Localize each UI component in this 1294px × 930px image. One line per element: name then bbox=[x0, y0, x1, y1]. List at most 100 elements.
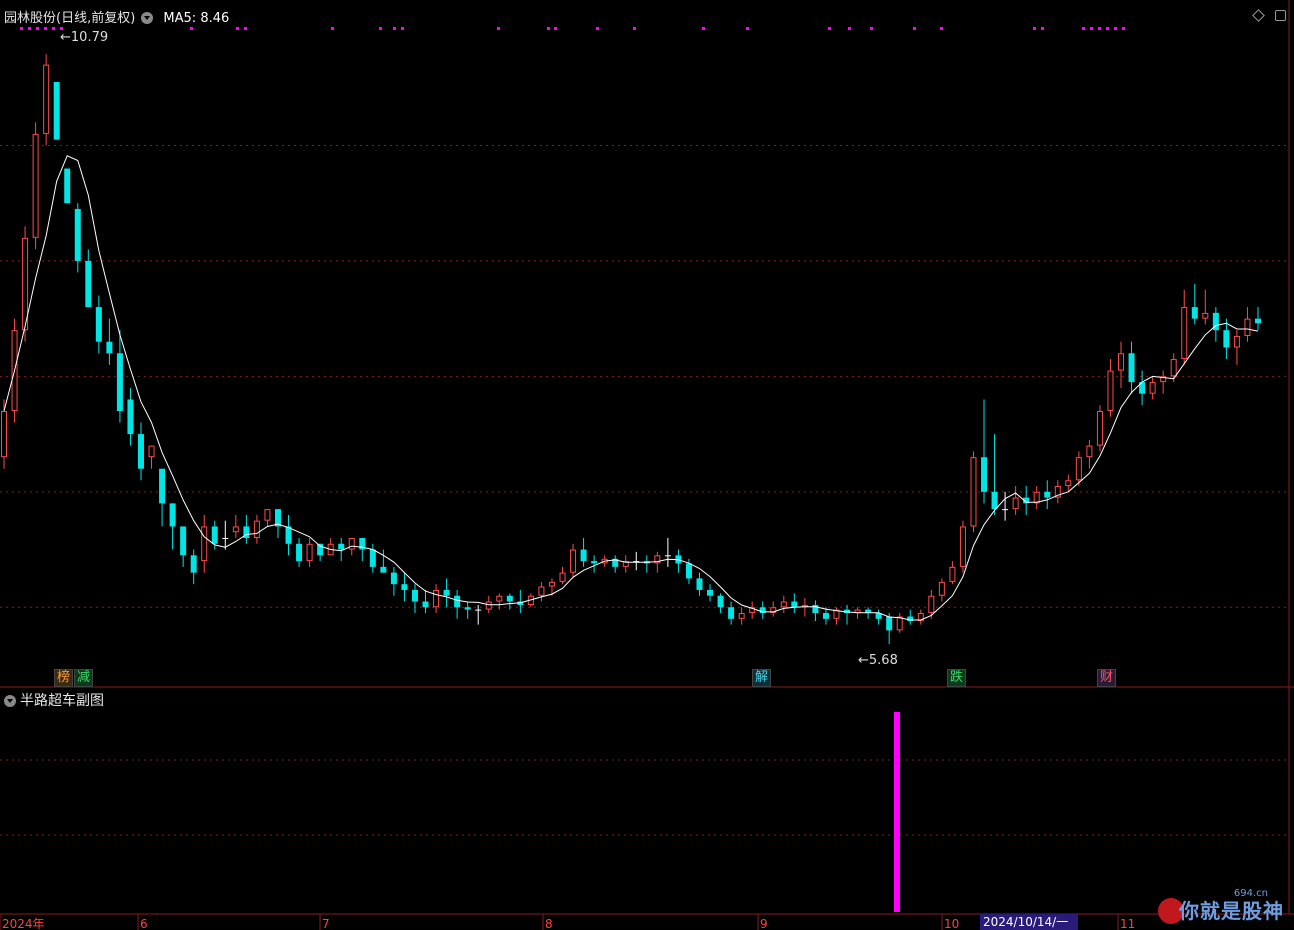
kline-chart[interactable]: 2024年 6 7 8 9 10 11 bbox=[0, 0, 1294, 930]
badge-bang[interactable]: 榜 bbox=[54, 669, 74, 687]
candle-body bbox=[570, 549, 577, 573]
signal-dot bbox=[1041, 27, 1044, 30]
candle-body bbox=[253, 520, 260, 539]
candle-body bbox=[1149, 382, 1156, 394]
candle-body bbox=[464, 607, 471, 610]
candle-body bbox=[201, 526, 208, 562]
candle-body bbox=[1012, 497, 1019, 510]
diamond-icon[interactable] bbox=[1252, 9, 1266, 22]
candle-body bbox=[296, 543, 303, 562]
high-price-label: ←10.79 bbox=[60, 30, 109, 45]
candle-body bbox=[1, 411, 7, 458]
signal-dot bbox=[1106, 27, 1109, 30]
signal-dot bbox=[331, 27, 334, 30]
signal-dot bbox=[554, 27, 557, 30]
candle-body bbox=[127, 399, 134, 435]
candle-body bbox=[443, 589, 450, 596]
candle-body bbox=[485, 601, 492, 610]
candle-body bbox=[390, 572, 397, 585]
signal-dot bbox=[1033, 27, 1036, 30]
candle-body bbox=[812, 604, 819, 614]
dropdown-icon[interactable] bbox=[4, 695, 16, 707]
signal-dot bbox=[828, 27, 831, 30]
signal-dot bbox=[596, 27, 599, 30]
candle-body bbox=[180, 526, 187, 556]
candle-body bbox=[306, 543, 313, 562]
candle-body bbox=[1128, 353, 1135, 383]
candle-body bbox=[949, 566, 956, 582]
candle-body bbox=[411, 589, 418, 602]
candle-body bbox=[548, 581, 555, 587]
x-tick-label: 8 bbox=[545, 917, 553, 930]
signal-dot bbox=[44, 27, 47, 30]
candle-body bbox=[116, 353, 123, 411]
signal-dot bbox=[1114, 27, 1117, 30]
candle-body bbox=[1044, 491, 1051, 498]
candle-body bbox=[1170, 359, 1177, 377]
candle-body bbox=[1075, 457, 1082, 481]
candle-body bbox=[707, 589, 714, 596]
candle-body bbox=[991, 491, 998, 510]
signal-dot bbox=[1122, 27, 1125, 30]
candle-body bbox=[401, 584, 408, 590]
signal-dot bbox=[20, 27, 23, 30]
signal-dot bbox=[379, 27, 382, 30]
candle-body bbox=[1002, 509, 1009, 511]
candle-body bbox=[1118, 353, 1125, 371]
signal-dot bbox=[393, 27, 396, 30]
low-price-label: ←5.68 bbox=[858, 653, 898, 668]
candle-body bbox=[1033, 491, 1040, 504]
ma5-line bbox=[3, 155, 1259, 621]
sub-panel-header: 半路超车副图 bbox=[4, 690, 104, 710]
cursor-date-box: 2024/10/14/一 bbox=[980, 914, 1078, 930]
candle-body bbox=[1086, 445, 1093, 458]
candle-body bbox=[928, 595, 935, 614]
candle-body bbox=[148, 445, 155, 458]
candle-body bbox=[43, 64, 50, 134]
candle-body bbox=[538, 586, 545, 596]
signal-dot bbox=[913, 27, 916, 30]
signal-dot bbox=[401, 27, 404, 30]
candle-body bbox=[1223, 330, 1230, 348]
candle-body bbox=[1096, 411, 1103, 446]
badge-die[interactable]: 跌 bbox=[947, 669, 967, 687]
candle-body bbox=[95, 307, 102, 342]
candle-body bbox=[222, 538, 229, 539]
signal-dot bbox=[1082, 27, 1085, 30]
signal-dot bbox=[36, 27, 39, 30]
candle-body bbox=[475, 609, 482, 611]
sub-panel-title: 半路超车副图 bbox=[20, 693, 104, 709]
candle-body bbox=[338, 543, 345, 550]
badge-jie[interactable]: 解 bbox=[752, 669, 772, 687]
candle-body bbox=[22, 237, 29, 331]
candle-body bbox=[886, 616, 893, 631]
chart-header: 园林股份(日线,前复权) MA5: 8.46 bbox=[4, 7, 229, 26]
candle-body bbox=[1181, 307, 1188, 360]
candle-body bbox=[496, 595, 503, 602]
candle-body bbox=[580, 549, 587, 562]
dropdown-icon[interactable] bbox=[141, 12, 154, 24]
candle-body bbox=[822, 613, 829, 619]
candle-body bbox=[53, 81, 60, 140]
badge-jian[interactable]: 减 bbox=[74, 669, 94, 687]
signal-dot bbox=[746, 27, 749, 30]
candle-body bbox=[506, 595, 513, 602]
badge-cai[interactable]: 财 bbox=[1097, 669, 1117, 687]
candle-body bbox=[728, 607, 735, 619]
candle-body bbox=[190, 555, 197, 573]
candle-body bbox=[106, 341, 113, 354]
candle-body bbox=[959, 526, 966, 567]
x-tick-label: 9 bbox=[760, 917, 768, 930]
candle-body bbox=[380, 566, 387, 573]
signal-dot bbox=[848, 27, 851, 30]
candle-body bbox=[1255, 318, 1261, 324]
signal-dot bbox=[497, 27, 500, 30]
signal-dot bbox=[52, 27, 55, 30]
signal-dot bbox=[870, 27, 873, 30]
candle-body bbox=[1202, 312, 1209, 319]
candle-body bbox=[1191, 307, 1198, 319]
sub-signal-bar bbox=[894, 712, 900, 912]
square-icon[interactable] bbox=[1275, 10, 1286, 21]
watermark: 694.cn 你就是股神 bbox=[1138, 888, 1288, 928]
candle-body bbox=[211, 526, 218, 544]
